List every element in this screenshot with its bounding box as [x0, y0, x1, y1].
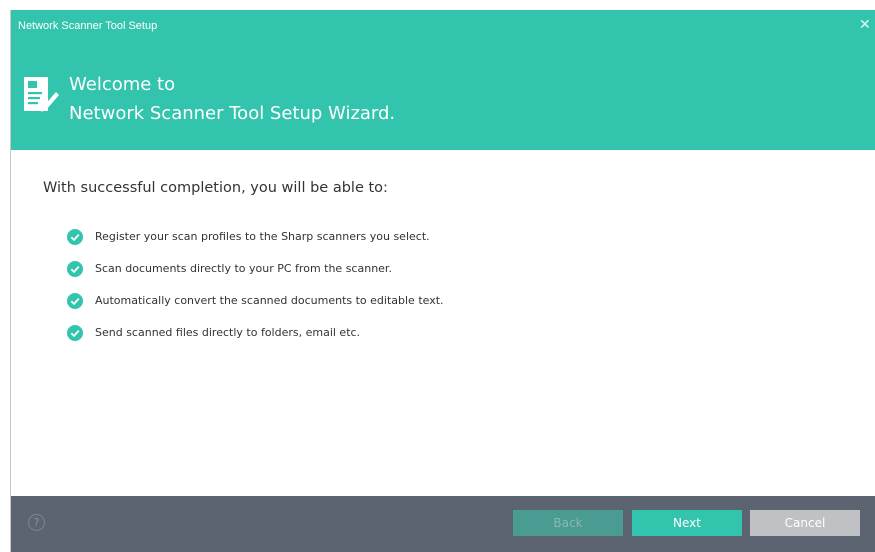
help-icon[interactable]: ? [28, 514, 45, 531]
check-circle-icon [67, 293, 83, 309]
cancel-button[interactable]: Cancel [750, 510, 860, 536]
close-icon[interactable]: ✕ [859, 18, 873, 32]
check-circle-icon [67, 261, 83, 277]
list-item: Automatically convert the scanned docume… [67, 292, 444, 324]
document-edit-icon [24, 77, 59, 112]
setup-window: Network Scanner Tool Setup ✕ Welcome to … [10, 10, 875, 552]
check-circle-icon [67, 229, 83, 245]
footer-bar: ? Back Next Cancel [11, 496, 875, 552]
window-title: Network Scanner Tool Setup [18, 20, 158, 32]
welcome-heading-line2: Network Scanner Tool Setup Wizard. [69, 103, 396, 124]
check-circle-icon [67, 325, 83, 341]
feature-list: Register your scan profiles to the Sharp… [67, 228, 444, 356]
welcome-heading-line1: Welcome to [69, 74, 176, 95]
list-item: Send scanned files directly to folders, … [67, 324, 444, 356]
feature-label: Register your scan profiles to the Sharp… [95, 230, 430, 243]
feature-label: Automatically convert the scanned docume… [95, 294, 444, 307]
header-banner: Network Scanner Tool Setup ✕ Welcome to … [11, 10, 875, 150]
list-item: Register your scan profiles to the Sharp… [67, 228, 444, 260]
next-button[interactable]: Next [632, 510, 742, 536]
intro-text: With successful completion, you will be … [43, 180, 388, 196]
back-button[interactable]: Back [513, 510, 623, 536]
list-item: Scan documents directly to your PC from … [67, 260, 444, 292]
feature-label: Send scanned files directly to folders, … [95, 326, 361, 339]
feature-label: Scan documents directly to your PC from … [95, 262, 392, 275]
